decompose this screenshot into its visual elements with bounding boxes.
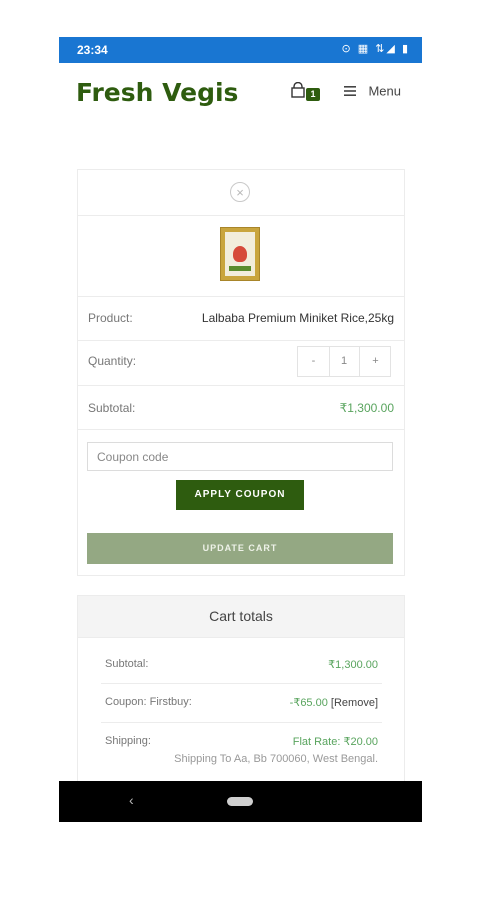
- menu-button[interactable]: Menu: [344, 82, 401, 102]
- totals-subtotal-row: Subtotal: ₹1,300.00: [101, 648, 382, 684]
- cart-item-card: × Product: Lalbaba Premium Miniket Rice,…: [77, 169, 405, 576]
- remove-row: ×: [78, 170, 404, 216]
- remove-item-icon[interactable]: ×: [230, 182, 250, 202]
- totals-coupon-row: Coupon: Firstbuy: -₹65.00 [Remove]: [101, 684, 382, 723]
- shipping-label: Shipping:: [105, 735, 151, 747]
- update-cart-button[interactable]: UPDATE CART: [87, 533, 393, 564]
- remove-coupon-link[interactable]: [Remove]: [331, 697, 378, 709]
- cart-totals-title: Cart totals: [78, 596, 404, 638]
- totals-subtotal-value: ₹1,300.00: [328, 659, 378, 671]
- totals-shipping-row: Shipping: Flat Rate: ₹20.00 Shipping To …: [101, 723, 382, 783]
- back-icon[interactable]: ‹: [129, 792, 134, 808]
- site-header: Fresh Vegis 1 Menu: [59, 63, 422, 125]
- coupon-code-input[interactable]: [87, 442, 393, 471]
- quantity-stepper: - 1 +: [297, 346, 391, 377]
- brand-logo[interactable]: Fresh Vegis: [76, 78, 238, 107]
- shopping-bag-icon: [291, 82, 305, 98]
- status-bar: 23:34 ⊙ ▦ ⇅◢ ▮: [59, 37, 422, 63]
- home-pill-icon[interactable]: [227, 797, 253, 806]
- totals-subtotal-label: Subtotal:: [105, 658, 149, 670]
- subtotal-row: Subtotal: ₹1,300.00: [78, 386, 404, 430]
- menu-label: Menu: [368, 83, 401, 99]
- phone-screen: 23:34 ⊙ ▦ ⇅◢ ▮ Fresh Vegis 1 Menu × Prod…: [59, 37, 422, 822]
- shipping-value: Flat Rate: ₹20.00: [292, 736, 378, 748]
- quantity-minus-button[interactable]: -: [298, 347, 330, 376]
- coupon-discount-value: -₹65.00: [289, 697, 328, 709]
- cart-count-badge: 1: [306, 88, 320, 101]
- status-icons: ⊙ ▦ ⇅◢ ▮: [341, 43, 410, 55]
- status-time: 23:34: [77, 43, 108, 57]
- shipping-destination: Shipping To Aa, Bb 700060, West Bengal.: [174, 753, 378, 765]
- hamburger-icon: [344, 85, 356, 96]
- package-band: [229, 266, 251, 271]
- cart-button[interactable]: 1: [290, 82, 320, 104]
- product-thumbnail[interactable]: [220, 227, 260, 281]
- coupon-label: Coupon: Firstbuy:: [105, 696, 192, 708]
- quantity-row: Quantity: - 1 +: [78, 341, 404, 386]
- product-name-link[interactable]: Lalbaba Premium Miniket Rice,25kg: [202, 311, 394, 325]
- coupon-value-group: -₹65.00 [Remove]: [290, 696, 378, 709]
- rooster-logo-icon: [233, 246, 247, 262]
- product-row: Product: Lalbaba Premium Miniket Rice,25…: [78, 297, 404, 341]
- subtotal-label: Subtotal:: [88, 401, 136, 415]
- thumbnail-row: [78, 216, 404, 297]
- quantity-input[interactable]: 1: [329, 347, 360, 376]
- apply-coupon-button[interactable]: APPLY COUPON: [176, 480, 304, 510]
- product-label: Product:: [88, 311, 133, 325]
- android-nav-bar: ‹: [59, 781, 422, 822]
- quantity-plus-button[interactable]: +: [360, 347, 391, 376]
- thumbnail-package: [225, 232, 255, 276]
- subtotal-value: ₹1,300.00: [339, 401, 394, 415]
- quantity-label: Quantity:: [88, 354, 137, 368]
